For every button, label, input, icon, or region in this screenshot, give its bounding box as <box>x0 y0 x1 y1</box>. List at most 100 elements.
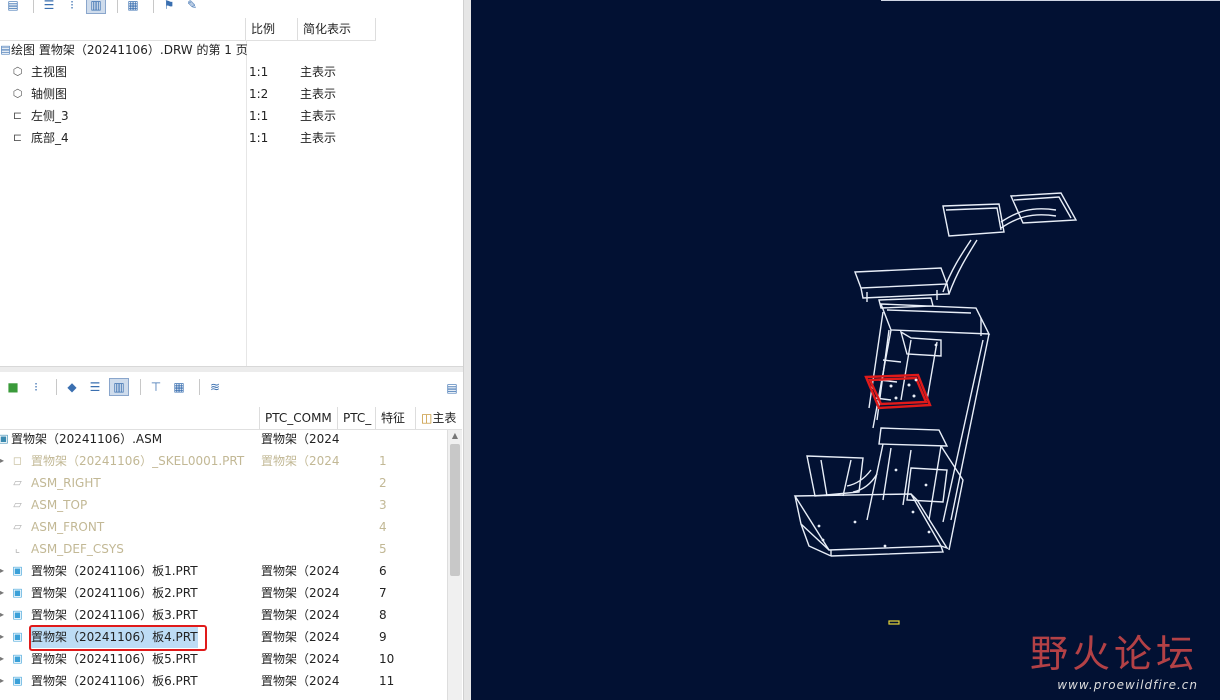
toolbar-separator <box>117 0 118 13</box>
selected-part-plate <box>864 373 932 410</box>
expand-arrow-icon[interactable]: ▸ <box>0 450 4 472</box>
datum-plane-icon: ▱ <box>13 498 22 511</box>
navigator-panel: ▤ ☰ ⁝ ▥ ▦ ⚑ ✎ 比例 简化表示 ▤ 绘图 置物架（20241106）… <box>0 0 470 700</box>
rep-column-label: 主表 <box>432 411 457 425</box>
model-tree-item[interactable]: ▸ ▣ 置物架（20241106）板1.PRT 置物架（2024 6 <box>0 560 463 582</box>
dropdown-icon[interactable]: ⁝ <box>27 379 45 395</box>
item-feature-number: 3 <box>379 498 387 512</box>
toolbar-separator <box>199 379 200 395</box>
expand-arrow-icon[interactable]: ▸ <box>0 648 4 670</box>
drawing-view-row[interactable]: ⊏ 左侧_3 1:1 主表示 <box>0 105 463 127</box>
model-tree-item[interactable]: ▸ ◻ 置物架（20241106）_SKEL0001.PRT 置物架（2024 1 <box>0 450 463 472</box>
name-column-header[interactable] <box>0 18 246 40</box>
scroll-up-icon[interactable]: ▲ <box>450 430 460 442</box>
expand-arrow-icon[interactable]: ▸ <box>0 626 4 648</box>
name-column-header[interactable] <box>0 407 260 429</box>
rep-column-header[interactable]: ◫主表 <box>416 407 462 429</box>
graphics-viewport[interactable]: 野火论坛 www.proewildfire.cn <box>471 0 1220 700</box>
drawing-view-row[interactable]: ⬡ 主视图 1:1 主表示 <box>0 61 463 83</box>
model-tree-item[interactable]: ▸ ▣ 置物架（20241106）板6.PRT 置物架（2024 11 <box>0 670 463 692</box>
toolbar-separator <box>153 0 154 13</box>
model-tree-item[interactable]: ▱ ASM_RIGHT 2 <box>0 472 463 494</box>
expand-arrow-icon[interactable]: ▸ <box>0 670 4 692</box>
drawing-root-label: 绘图 置物架（20241106）.DRW 的第 1 页 <box>11 43 248 57</box>
drawing-root-row[interactable]: ▤ 绘图 置物架（20241106）.DRW 的第 1 页 <box>0 39 463 61</box>
filter-icon[interactable]: ⊤ <box>147 379 165 395</box>
item-comm: 置物架（2024 <box>261 564 340 578</box>
tree-columns-icon[interactable]: ▥ <box>109 378 129 396</box>
watermark-title: 野火论坛 <box>1029 632 1198 676</box>
drawing-view-row[interactable]: ⬡ 轴侧图 1:2 主表示 <box>0 83 463 105</box>
model-tree-toolbar: ■ ⁝ ◆ ☰ ▥ ⊤ ▦ ≋ <box>4 376 229 398</box>
sheet-icon[interactable]: ▦ <box>124 0 142 13</box>
item-feature-number: 5 <box>379 542 387 556</box>
model-tree-item[interactable]: ▸ ▣ 置物架（20241106）板3.PRT 置物架（2024 8 <box>0 604 463 626</box>
model-tree-item[interactable]: ▸ ▣ 置物架（20241106）板2.PRT 置物架（2024 7 <box>0 582 463 604</box>
tree-list-icon[interactable]: ☰ <box>40 0 58 13</box>
model-icon[interactable]: ■ <box>4 379 22 395</box>
item-feature-number: 6 <box>379 564 387 578</box>
item-feature-number: 1 <box>379 454 387 468</box>
item-comm: 置物架（2024 <box>261 674 340 688</box>
feature-column-header[interactable]: 特征 <box>376 407 416 429</box>
item-name: 置物架（20241106）_SKEL0001.PRT <box>31 454 245 468</box>
asm-root-comm: 置物架（2024 <box>261 432 340 446</box>
settings-icon[interactable]: ▦ <box>170 379 188 395</box>
tree-filter-icon[interactable]: ⁝ <box>63 0 81 13</box>
scale-column-header[interactable]: 比例 <box>246 18 298 40</box>
model-tree-item[interactable]: ▸ ▣ 置物架（20241106）板5.PRT 置物架（2024 10 <box>0 648 463 670</box>
item-name: ASM_TOP <box>31 498 88 512</box>
item-name: ASM_FRONT <box>31 520 105 534</box>
item-comm: 置物架（2024 <box>261 608 340 622</box>
view-scale: 1:1 <box>249 131 269 145</box>
view-icon: ⬡ <box>12 87 23 100</box>
part-icon: ▣ <box>12 652 23 665</box>
model-tree-scrollbar[interactable]: ▲ <box>447 430 462 700</box>
item-comm: 置物架（2024 <box>261 630 340 644</box>
item-name: 置物架（20241106）板2.PRT <box>31 586 198 600</box>
item-feature-number: 10 <box>379 652 395 666</box>
ptc-column-header[interactable]: PTC_ <box>338 407 376 429</box>
asm-root-row[interactable]: ▣ 置物架（20241106）.ASM 置物架（2024 <box>0 428 463 450</box>
item-name: 置物架（20241106）板6.PRT <box>31 674 198 688</box>
pane-splitter[interactable] <box>0 366 463 372</box>
tree-columns-icon[interactable]: ▥ <box>86 0 106 14</box>
part-icon: ▣ <box>12 674 23 687</box>
tree-list-icon[interactable]: ☰ <box>86 379 104 395</box>
edit-icon[interactable]: ✎ <box>183 0 201 13</box>
display-style-icon[interactable]: ◆ <box>63 379 81 395</box>
item-name: 置物架（20241106）板3.PRT <box>31 608 198 622</box>
toolbar-separator <box>140 379 141 395</box>
asm-root-label: 置物架（20241106）.ASM <box>11 432 163 446</box>
csys-icon: ⌞ <box>14 542 21 555</box>
tree-settings-icon[interactable]: ▤ <box>4 0 22 13</box>
item-feature-number: 11 <box>379 674 395 688</box>
view-flag-icon[interactable]: ⚑ <box>160 0 178 13</box>
model-tree-item[interactable]: ▱ ASM_TOP 3 <box>0 494 463 516</box>
upper-frame <box>868 303 991 523</box>
view-name: 主视图 <box>31 65 68 79</box>
expand-arrow-icon[interactable]: ▸ <box>0 560 4 582</box>
item-comm: 置物架（2024 <box>261 652 340 666</box>
model-tree-item[interactable]: ⌞ ASM_DEF_CSYS 5 <box>0 538 463 560</box>
lower-frame <box>806 427 964 551</box>
ptc-comm-column-header[interactable]: PTC_COMM <box>260 407 338 429</box>
view-name: 底部_4 <box>31 131 69 145</box>
view-rep: 主表示 <box>300 87 337 101</box>
model-tree-header: PTC_COMM PTC_ 特征 ◫主表 <box>0 407 462 430</box>
expand-arrow-icon[interactable]: ▸ <box>0 582 4 604</box>
view-name: 左侧_3 <box>31 109 69 123</box>
item-feature-number: 2 <box>379 476 387 490</box>
toolbar-separator <box>33 0 34 13</box>
layers-icon[interactable]: ≋ <box>206 379 224 395</box>
top-plates <box>942 192 1078 295</box>
tree-options-icon[interactable]: ▤ <box>443 380 461 396</box>
drawing-view-row[interactable]: ⊏ 底部_4 1:1 主表示 <box>0 127 463 149</box>
part-icon: ▣ <box>12 564 23 577</box>
expand-arrow-icon[interactable]: ▸ <box>0 604 4 626</box>
model-tree-item[interactable]: ▱ ASM_FRONT 4 <box>0 516 463 538</box>
scroll-thumb[interactable] <box>450 444 460 576</box>
view-rep: 主表示 <box>300 109 337 123</box>
skeleton-icon: ◻ <box>12 454 23 467</box>
rep-column-header[interactable]: 简化表示 <box>298 18 376 40</box>
